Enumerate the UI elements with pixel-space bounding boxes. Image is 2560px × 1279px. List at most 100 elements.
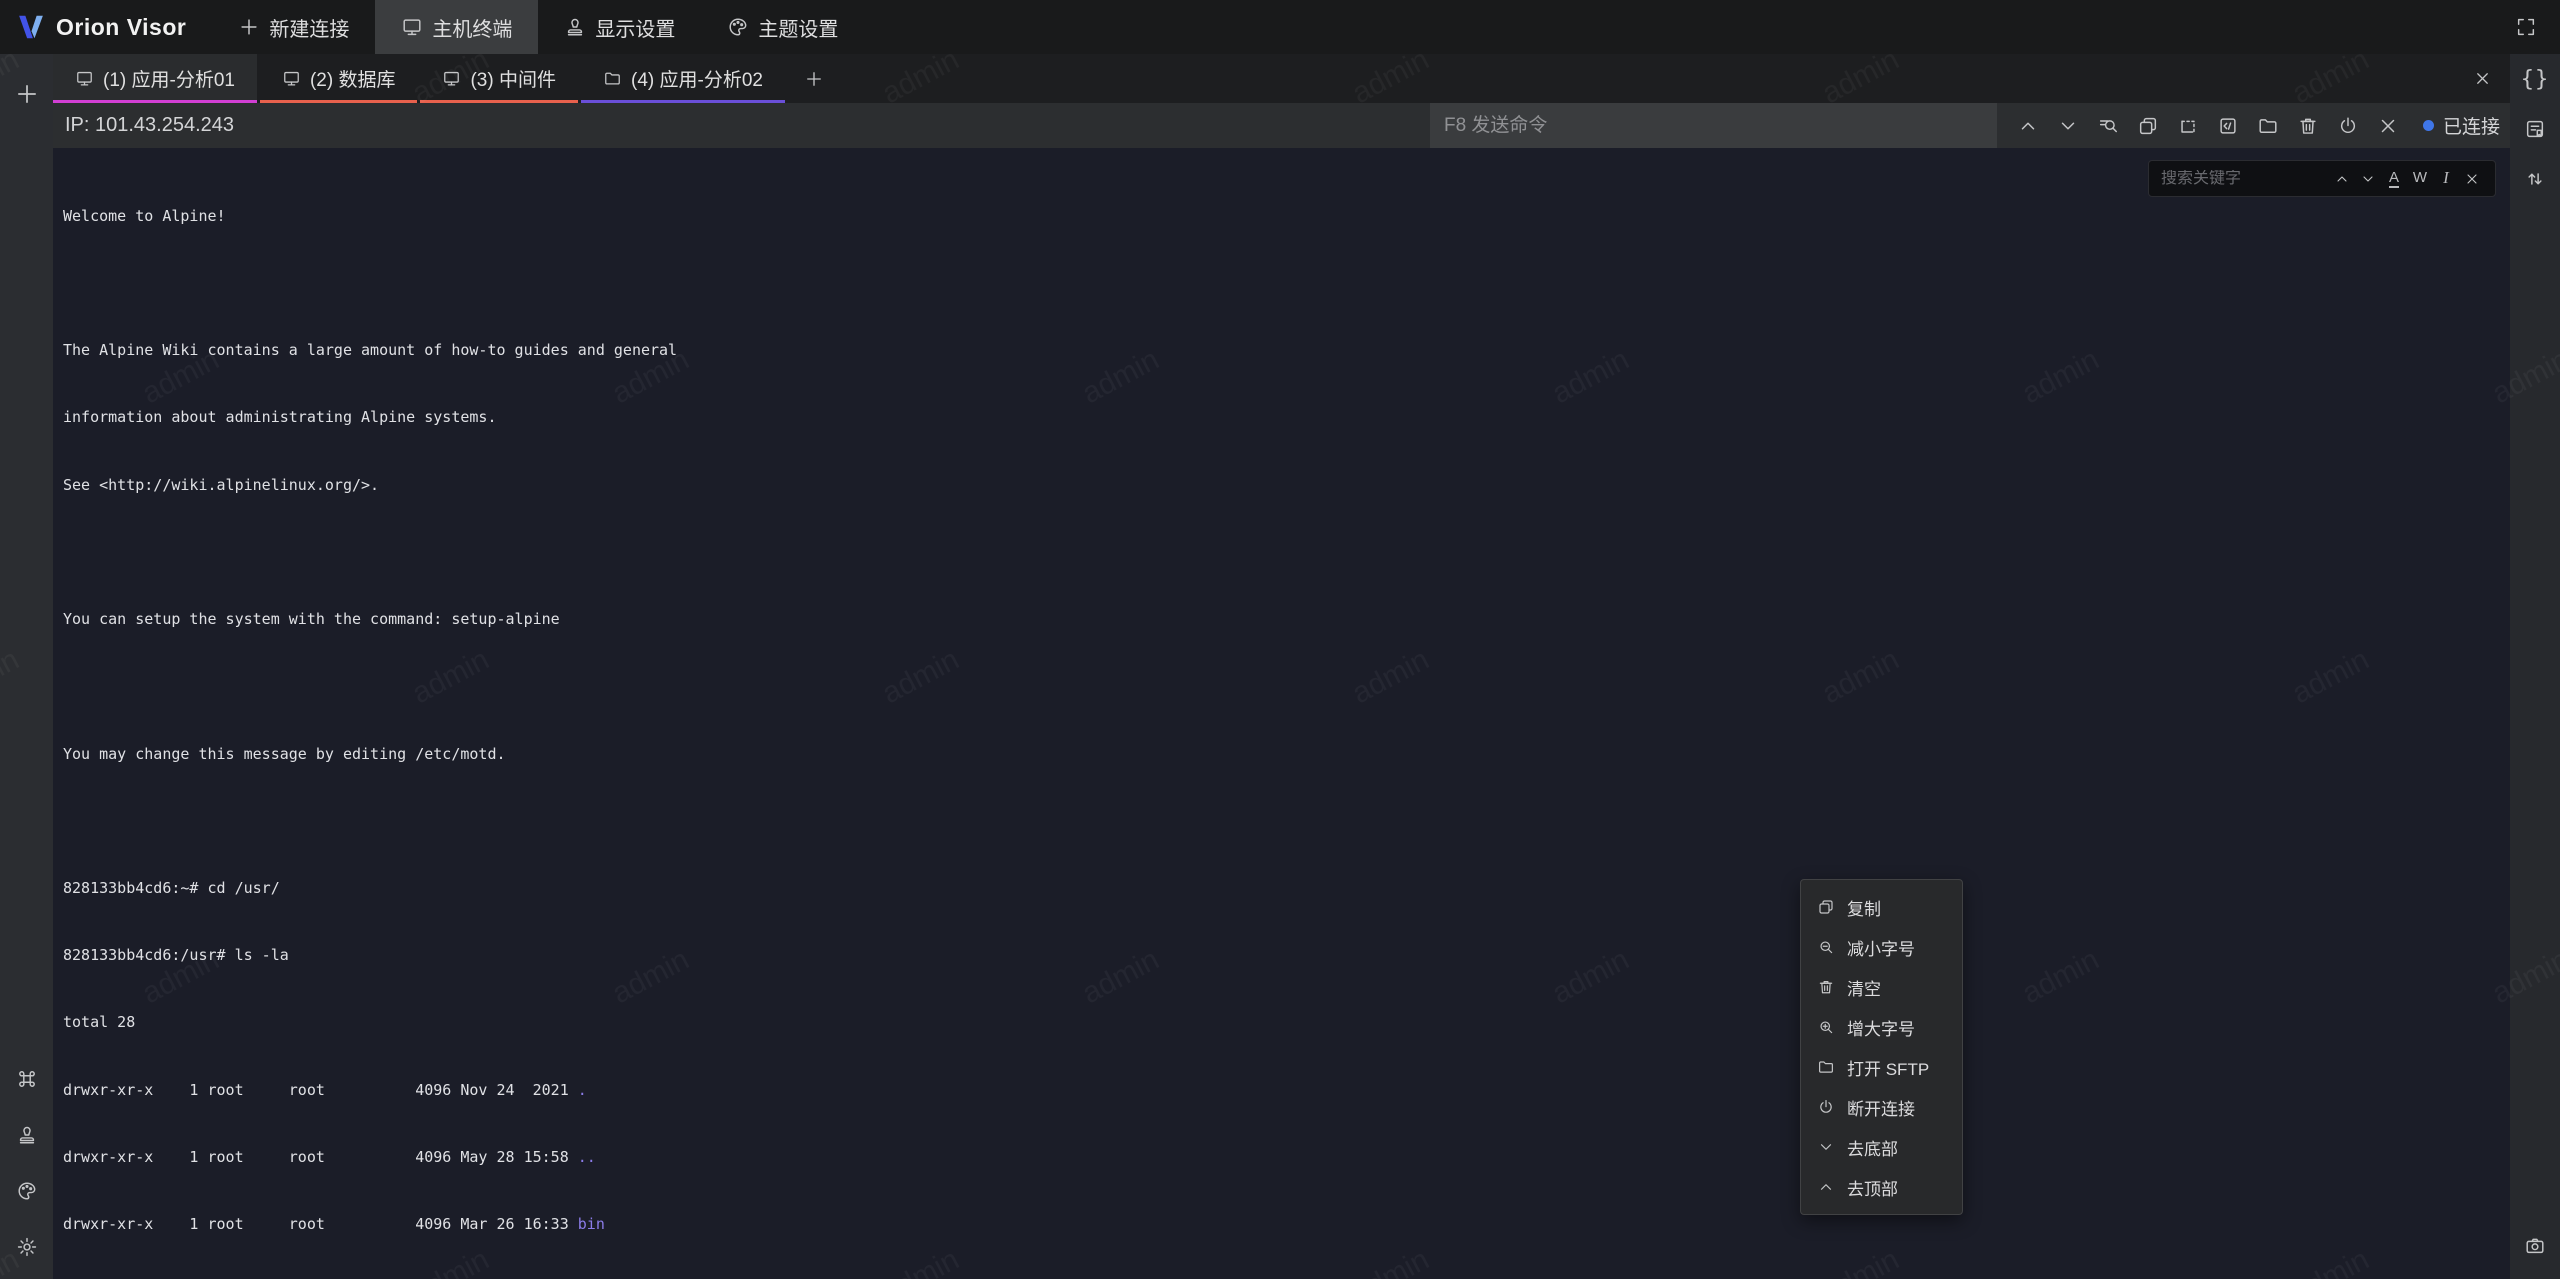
session-toolbar: IP: 101.43.254.243 已连接 (53, 103, 2510, 148)
terminal-line: 828133bb4cd6:/usr# ls -la (63, 944, 2510, 966)
app-logo: Orion Visor (0, 0, 212, 54)
gear-icon (16, 1236, 38, 1258)
open-sftp-button[interactable] (2251, 109, 2285, 143)
send-command-input[interactable] (1430, 103, 1997, 148)
nav-item-display-settings[interactable]: 显示设置 (538, 0, 701, 54)
nav-item-new-connection[interactable]: 新建连接 (212, 0, 375, 54)
screenshot-button[interactable] (2515, 1221, 2555, 1271)
tab-middleware[interactable]: (3) 中间件 (420, 54, 578, 103)
fullscreen-button[interactable] (2506, 5, 2546, 49)
search-prev-button[interactable] (2329, 166, 2355, 192)
sidebar-settings-button[interactable] (7, 1225, 47, 1269)
disconnect-button[interactable] (2331, 109, 2365, 143)
scroll-up-button[interactable] (2011, 109, 2045, 143)
search-button[interactable] (2091, 109, 2125, 143)
search-input[interactable] (2161, 170, 2329, 188)
menu-item-clear[interactable]: 清空 (1801, 967, 1962, 1007)
terminal-line (63, 272, 2510, 294)
menu-item-go-bottom[interactable]: 去底部 (1801, 1127, 1962, 1167)
terminal-line: 828133bb4cd6:~# cd /usr/ (63, 877, 2510, 899)
add-tab-button[interactable] (788, 54, 840, 103)
left-sidebar (0, 54, 53, 1279)
snippets-panel-button[interactable] (2515, 104, 2555, 154)
menu-item-copy[interactable]: 复制 (1801, 887, 1962, 927)
folder-icon (603, 69, 622, 88)
terminal-line: drwxr-xr-x 1 root root 4096 Mar 26 16:33… (63, 1213, 2510, 1235)
trash-icon (2297, 115, 2319, 137)
terminal-context-menu: 复制 减小字号 清空 增大字号 打开 SFTP 断开连接 去底部 去顶部 (1800, 879, 1963, 1215)
plus-icon (238, 16, 260, 38)
camera-icon (2524, 1235, 2546, 1257)
transfer-panel-button[interactable] (2515, 154, 2555, 204)
monitor-icon (282, 69, 301, 88)
chevron-up-icon (1817, 1178, 1835, 1196)
regex-toggle[interactable]: I (2433, 166, 2459, 192)
terminal-line (63, 810, 2510, 832)
monitor-icon (75, 69, 94, 88)
power-icon (2337, 115, 2359, 137)
terminal-toolbar-icons (1997, 109, 2415, 143)
terminal-line: You can setup the system with the comman… (63, 608, 2510, 630)
search-icon (2097, 115, 2119, 137)
terminal-line: information about administrating Alpine … (63, 406, 2510, 428)
close-icon (2464, 171, 2480, 187)
match-case-toggle[interactable]: A (2381, 166, 2407, 192)
tab-database[interactable]: (2) 数据库 (260, 54, 418, 103)
sidebar-display-settings-button[interactable] (7, 1113, 47, 1157)
tab-underline (581, 100, 785, 103)
stamp-icon (564, 16, 586, 38)
palette-icon (16, 1180, 38, 1202)
variables-panel-button[interactable]: {} (2515, 54, 2555, 104)
paste-button[interactable] (2171, 109, 2205, 143)
close-tabs-button[interactable] (2455, 54, 2510, 103)
tab-app-analysis-02[interactable]: (4) 应用-分析02 (581, 54, 785, 103)
sidebar-theme-button[interactable] (7, 1169, 47, 1213)
nav-item-theme-settings[interactable]: 主题设置 (701, 0, 864, 54)
braces-icon: {} (2521, 67, 2550, 92)
power-icon (1817, 1098, 1835, 1116)
app-title: Orion Visor (56, 14, 186, 41)
tab-app-analysis-01[interactable]: (1) 应用-分析01 (53, 54, 257, 103)
code-icon (2217, 115, 2239, 137)
close-session-button[interactable] (2371, 109, 2405, 143)
status-dot (2423, 120, 2434, 131)
zoom-in-icon (1817, 1018, 1835, 1036)
directory-name: bin (578, 1215, 605, 1233)
search-close-button[interactable] (2459, 166, 2485, 192)
sidebar-commands-button[interactable] (7, 1057, 47, 1101)
scroll-down-button[interactable] (2051, 109, 2085, 143)
nav-item-host-terminal[interactable]: 主机终端 (375, 0, 538, 54)
whole-word-toggle[interactable]: W (2407, 166, 2433, 192)
ip-address-label: IP: 101.43.254.243 (53, 114, 234, 137)
zoom-out-icon (1817, 938, 1835, 956)
directory-name: .. (578, 1148, 596, 1166)
folder-icon (2257, 115, 2279, 137)
menu-item-open-sftp[interactable]: 打开 SFTP (1801, 1047, 1962, 1087)
menu-item-go-top[interactable]: 去顶部 (1801, 1167, 1962, 1207)
close-icon (2473, 69, 2492, 88)
clear-button[interactable] (2291, 109, 2325, 143)
plus-icon (804, 69, 824, 89)
plus-icon (14, 81, 40, 107)
monitor-icon (442, 69, 461, 88)
search-next-button[interactable] (2355, 166, 2381, 192)
close-icon (2377, 115, 2399, 137)
new-tab-button[interactable] (7, 72, 47, 116)
menu-item-decrease-font[interactable]: 减小字号 (1801, 927, 1962, 967)
directory-name: . (578, 1081, 587, 1099)
command-snippet-button[interactable] (2211, 109, 2245, 143)
menu-item-disconnect[interactable]: 断开连接 (1801, 1087, 1962, 1127)
folder-icon (1817, 1058, 1835, 1076)
tab-underline (420, 100, 578, 103)
terminal-screen[interactable]: Welcome to Alpine! The Alpine Wiki conta… (53, 148, 2510, 1279)
command-icon (16, 1068, 38, 1090)
menu-item-increase-font[interactable]: 增大字号 (1801, 1007, 1962, 1047)
chevron-down-icon (1817, 1138, 1835, 1156)
right-sidebar: {} (2510, 54, 2560, 1279)
orion-visor-logo-icon (16, 12, 46, 42)
terminal-search-panel: A W I (2148, 160, 2496, 197)
terminal-line (63, 541, 2510, 563)
copy-button[interactable] (2131, 109, 2165, 143)
terminal-line: total 28 (63, 1011, 2510, 1033)
terminal-line: drwxr-xr-x 1 root root 4096 Nov 24 2021 … (63, 1079, 2510, 1101)
